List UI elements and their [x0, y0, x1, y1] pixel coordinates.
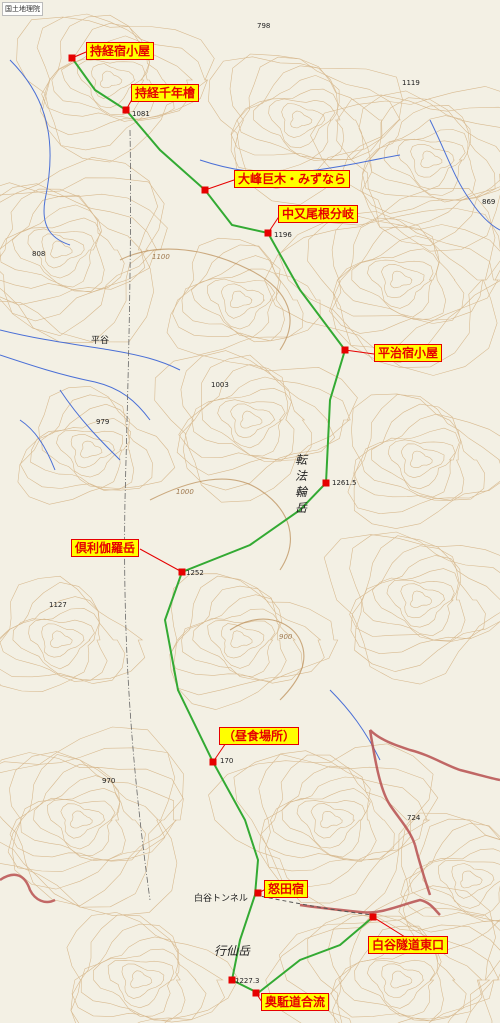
label-shiratani-tunnel-east[interactable]: 白谷隧道東口 — [368, 936, 449, 954]
elevation-1081: 1081 — [132, 110, 150, 118]
label-nakamata-junction[interactable]: 中又尾根分岐 — [278, 205, 359, 223]
label-heijijuku-hut[interactable]: 平治宿小屋 — [374, 344, 443, 362]
label-nutajuku[interactable]: 怒田宿 — [264, 880, 309, 898]
elevation-1127: 1127 — [49, 601, 67, 609]
elevation-869: 869 — [482, 198, 496, 206]
label-okugake-junction[interactable]: 奥駈道合流 — [261, 993, 330, 1011]
contour-label-900: 900 — [279, 633, 293, 641]
elevation-170: 170 — [220, 757, 234, 765]
elevation-1003: 1003 — [211, 381, 229, 389]
mountain-tenporin: 転法輪岳 — [294, 453, 307, 515]
label-kurikaradake[interactable]: 倶利伽羅岳 — [71, 539, 140, 557]
label-kyoboku-mizunara[interactable]: 大峰巨木・みずなら — [234, 170, 351, 188]
elevation-1252: 1252 — [186, 569, 204, 577]
label-lunch-spot[interactable]: （昼食場所） — [219, 727, 300, 745]
waypoint-marker — [322, 479, 330, 487]
place-shiratani-tunnel: 白谷トンネル — [194, 894, 248, 904]
contour-label-1000: 1000 — [176, 488, 194, 496]
label-jikyojuku-hut[interactable]: 持経宿小屋 — [86, 42, 155, 60]
elevation-1261-5: 1261.5 — [332, 479, 357, 487]
elevation-1227-3: 1227.3 — [235, 977, 260, 985]
elevation-724: 724 — [407, 814, 421, 822]
elevation-798: 798 — [257, 22, 271, 30]
elevation-970: 970 — [102, 777, 116, 785]
topographic-map[interactable] — [0, 0, 500, 1023]
elevation-979: 979 — [96, 418, 110, 426]
map-credit: 国土地理院 — [2, 2, 43, 16]
label-jikyo-sennen-hinoki[interactable]: 持経千年檜 — [131, 84, 200, 102]
contour-label-1100: 1100 — [152, 253, 170, 261]
mountain-gyosen: 行仙岳 — [214, 944, 251, 958]
elevation-1196: 1196 — [274, 231, 292, 239]
place-hirataani: 平谷 — [91, 336, 110, 346]
elevation-808: 808 — [32, 250, 46, 258]
elevation-1119: 1119 — [402, 79, 420, 87]
